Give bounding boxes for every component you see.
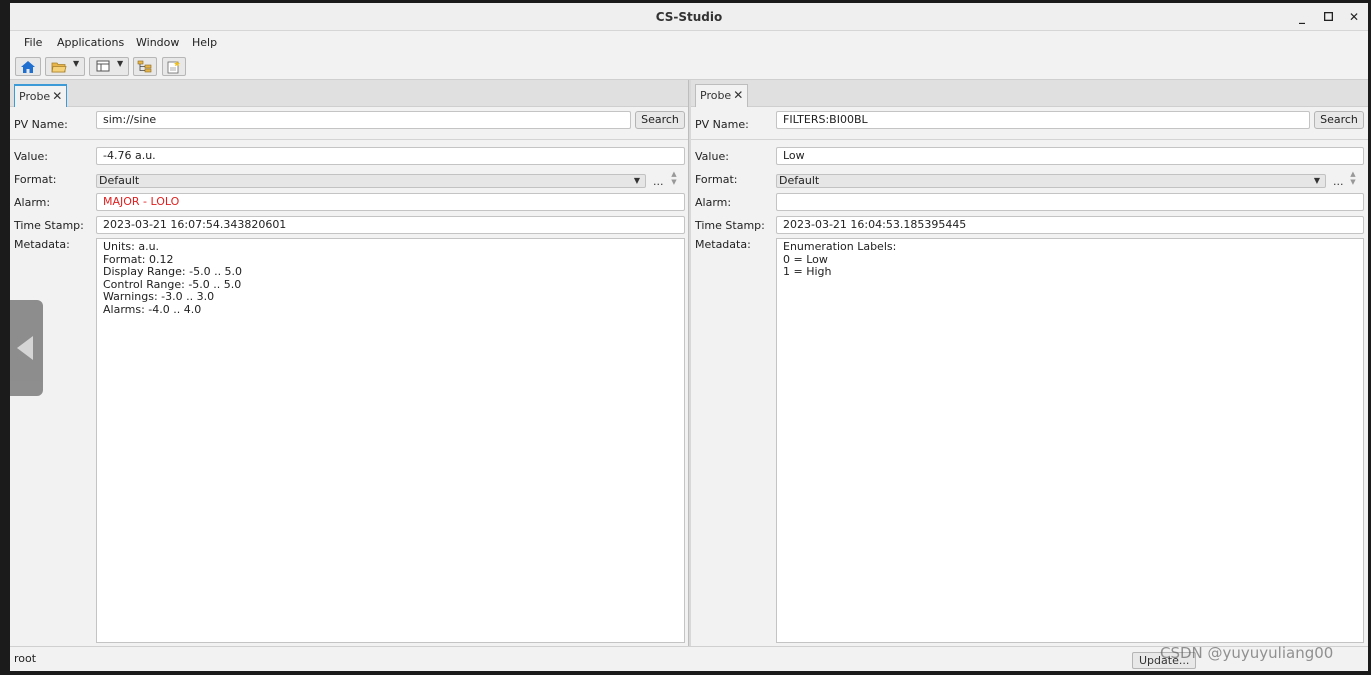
format-select-value: Default: [99, 174, 140, 187]
format-label: Format:: [14, 173, 57, 186]
close-tab-icon[interactable]: ✕: [733, 88, 743, 102]
new-note-icon: [167, 61, 180, 74]
right-probe-pane: Probe ✕ PV Name: FILTERS:BI00BL Search Va…: [691, 80, 1368, 646]
alarm-field: MAJOR - LOLO: [96, 193, 685, 211]
search-button[interactable]: Search: [635, 111, 685, 129]
tab-probe-left[interactable]: Probe ✕: [14, 84, 68, 107]
menu-window[interactable]: Window: [136, 36, 179, 49]
value-label: Value:: [695, 150, 729, 163]
metadata-line: 0 = Low: [783, 252, 828, 266]
close-tab-icon[interactable]: ✕: [52, 89, 62, 103]
maximize-button[interactable]: [1319, 8, 1337, 26]
chevron-down-icon: ▼: [73, 59, 80, 68]
menu-bar: File Applications Window Help: [10, 32, 1368, 53]
timestamp-field: 2023-03-21 16:04:53.185395445: [776, 216, 1364, 234]
side-panel-toggle[interactable]: [10, 300, 43, 396]
format-select-value: Default: [779, 174, 820, 187]
separator: [691, 139, 1368, 140]
format-select[interactable]: Default ▼: [776, 174, 1326, 188]
tree-button[interactable]: [133, 57, 157, 76]
toolbar: ▼ ▼: [10, 53, 1368, 80]
metadata-line: 1 = High: [783, 265, 832, 279]
metadata-label: Metadata:: [695, 238, 751, 251]
chevron-left-icon: [17, 336, 33, 360]
timestamp-label: Time Stamp:: [14, 219, 84, 232]
chevron-down-icon: ▼: [633, 176, 640, 185]
pv-name-input[interactable]: FILTERS:BI00BL: [776, 111, 1310, 129]
right-tab-strip: Probe ✕: [691, 80, 1368, 107]
menu-file[interactable]: File: [24, 36, 42, 49]
precision-spinner[interactable]: ▲ ▼: [665, 170, 683, 188]
open-folder-icon: [51, 62, 67, 73]
user-name: root: [14, 652, 37, 665]
left-tab-strip: Probe ✕: [10, 80, 688, 107]
left-probe-pane: Probe ✕ PV Name: sim://sine Search Value:…: [10, 80, 688, 646]
new-note-button[interactable]: [162, 57, 186, 76]
menu-help[interactable]: Help: [192, 36, 217, 49]
chevron-down-icon: ▼: [1313, 176, 1320, 185]
separator: [10, 139, 688, 140]
format-select[interactable]: Default ▼: [96, 174, 646, 188]
alarm-label: Alarm:: [695, 196, 732, 209]
metadata-line: Display Range: -5.0 .. 5.0: [103, 265, 243, 279]
precision-dots: ...: [1333, 175, 1344, 188]
home-button[interactable]: [15, 57, 41, 76]
layout-icon: [96, 60, 110, 72]
watermark-text: CSDN @yuyuyuliang00: [1160, 644, 1334, 662]
alarm-field: [776, 193, 1364, 211]
home-icon: [21, 61, 35, 73]
format-label: Format:: [695, 173, 738, 186]
value-label: Value:: [14, 150, 48, 163]
cs-studio-window: CS-Studio _ ✕ File Applications Window H…: [10, 3, 1368, 671]
metadata-line: Enumeration Labels:: [783, 240, 897, 253]
minimize-button[interactable]: _: [1293, 8, 1311, 26]
value-field: -4.76 a.u.: [96, 147, 685, 165]
layout-button[interactable]: ▼: [89, 57, 129, 76]
tab-label: Probe: [19, 90, 51, 103]
title-bar: CS-Studio _ ✕: [10, 3, 1368, 31]
menu-applications[interactable]: Applications: [57, 36, 124, 49]
tab-probe-right[interactable]: Probe ✕: [695, 84, 749, 107]
metadata-line: Units: a.u.: [103, 240, 160, 253]
metadata-line: Alarms: -4.0 .. 4.0: [103, 302, 202, 316]
pv-name-input[interactable]: sim://sine: [96, 111, 631, 129]
alarm-label: Alarm:: [14, 196, 51, 209]
close-window-button[interactable]: ✕: [1345, 8, 1363, 26]
window-title: CS-Studio: [655, 10, 723, 24]
metadata-label: Metadata:: [14, 238, 70, 251]
open-button[interactable]: ▼: [45, 57, 85, 76]
metadata-textarea[interactable]: Units: a.u. Format: 0.12 Display Range: …: [96, 238, 685, 643]
precision-spinner[interactable]: ▲ ▼: [1344, 170, 1362, 188]
tree-icon: [137, 60, 152, 73]
tab-label: Probe: [700, 89, 732, 102]
value-field: Low: [776, 147, 1364, 165]
pv-name-label: PV Name:: [14, 118, 68, 131]
timestamp-label: Time Stamp:: [695, 219, 765, 232]
chevron-down-icon: ▼: [117, 59, 124, 68]
search-button[interactable]: Search: [1314, 111, 1364, 129]
metadata-textarea[interactable]: Enumeration Labels: 0 = Low 1 = High: [776, 238, 1364, 643]
pv-name-label: PV Name:: [695, 118, 749, 131]
timestamp-field: 2023-03-21 16:07:54.343820601: [96, 216, 685, 234]
precision-dots: ...: [653, 175, 664, 188]
